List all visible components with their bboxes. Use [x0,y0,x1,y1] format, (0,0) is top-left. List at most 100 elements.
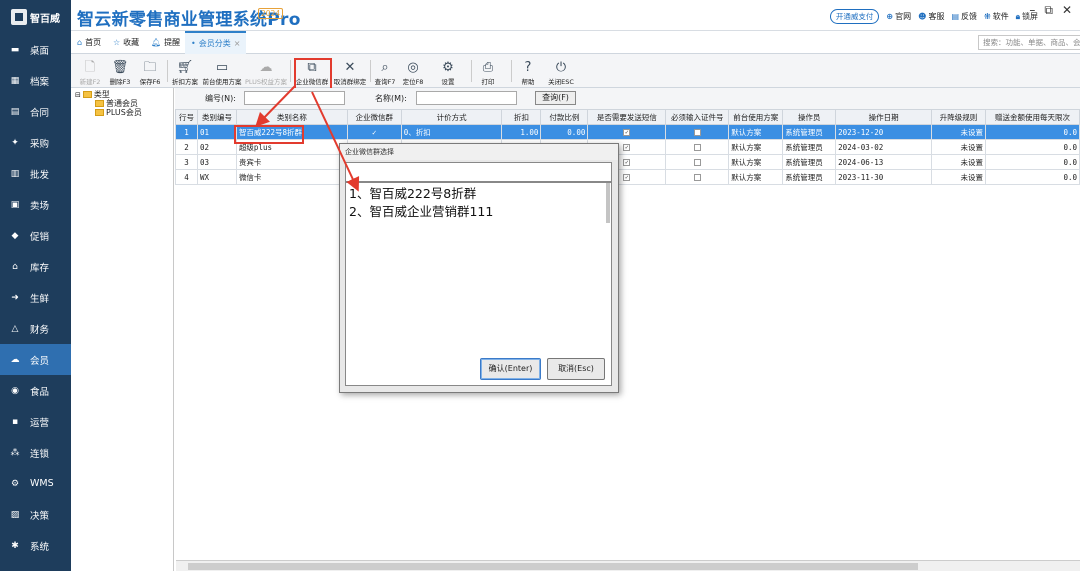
query-button[interactable]: ⌕ 查询F7 [373,56,397,86]
table-cell[interactable]: 微信卡 [235,169,348,185]
delete-button[interactable]: 🗑︎ 删除F3 [107,56,133,86]
table-cell[interactable]: WX [196,169,237,185]
table-cell[interactable]: 0、折扣 [400,124,503,140]
column-header[interactable]: 行号 [175,109,198,125]
table-cell[interactable]: 系统管理员 [782,139,837,155]
table-cell[interactable]: 系统管理员 [782,124,837,140]
sidebar-item-1[interactable]: ▦ 档案 [0,65,71,96]
column-header[interactable]: 必须输入证件号 [665,109,730,125]
restore-icon[interactable]: ⧉ [1044,3,1053,18]
sidebar-item-11[interactable]: ◉ 食品 [0,375,71,406]
sidebar-item-2[interactable]: ▤ 合同 [0,96,71,127]
column-header[interactable]: 赠送金额使用每天限次 [984,109,1080,125]
table-cell[interactable]: ✓ [346,124,402,140]
table-cell[interactable]: 1 [175,124,198,140]
query-submit-button[interactable]: 查询(F) [535,91,576,105]
table-cell[interactable]: 03 [196,154,237,170]
table-cell[interactable] [587,124,667,140]
column-header[interactable]: 操作日期 [835,109,933,125]
sidebar-item-6[interactable]: ◆ 促销 [0,220,71,251]
group-list-item[interactable]: 2、智百威企业营销群111 [349,203,608,221]
sidebar-item-14[interactable]: ⚙ WMS [0,468,71,499]
checkbox[interactable] [693,129,701,136]
table-cell[interactable]: 1.00 [501,124,542,140]
tab-remind[interactable]: 🔔︎ 提醒 [151,31,180,54]
table-cell[interactable]: 默认方案 [728,124,784,140]
column-header[interactable]: 折扣 [501,109,542,125]
site-link[interactable]: ⊕ 官网 [886,11,911,22]
sidebar-item-5[interactable]: ▣ 卖场 [0,189,71,220]
pay-link[interactable]: 开通威支付 [829,9,880,24]
confirm-button[interactable]: 确认(Enter) [480,358,541,380]
table-cell[interactable]: 4 [175,169,198,185]
discount-plan-button[interactable]: 🛒︎ 折扣方案 [170,56,200,86]
table-cell[interactable]: 2 [175,139,198,155]
table-cell[interactable] [665,139,730,155]
minimize-icon[interactable]: – [1029,3,1035,18]
column-header[interactable]: 计价方式 [400,109,503,125]
settings-button[interactable]: ⚙ 设置 [436,56,460,86]
checkbox[interactable] [623,129,631,136]
checkbox[interactable] [693,144,701,151]
cancel-button[interactable]: 取消(Esc) [547,358,605,380]
help-button[interactable]: ? 帮助 [516,56,540,86]
tab-close-icon[interactable]: × [234,39,241,48]
code-input[interactable] [244,91,345,105]
unbind-group-button[interactable]: ✕ 取消群绑定 [332,56,368,86]
table-cell[interactable]: 系统管理员 [782,169,837,185]
table-cell[interactable]: 未设置 [931,139,986,155]
table-cell[interactable]: 0.0 [984,124,1080,140]
checkbox[interactable] [623,159,631,166]
table-cell[interactable]: 02 [196,139,237,155]
software-link[interactable]: ⁜ 软件 [984,11,1009,22]
sidebar-item-8[interactable]: ➜ 生鲜 [0,282,71,313]
table-cell[interactable]: 默认方案 [728,154,784,170]
column-header[interactable]: 企业微信群 [346,109,402,125]
table-row[interactable]: 202超级plus默认方案系统管理员2024-03-02未设置0.0 [175,139,1080,155]
table-cell[interactable]: 0.0 [984,169,1080,185]
list-scrollbar[interactable] [606,183,610,223]
table-cell[interactable] [665,154,730,170]
tab-member-category[interactable]: • 会员分类 × [185,31,247,54]
table-cell[interactable]: 系统管理员 [782,154,837,170]
table-cell[interactable]: 未设置 [931,124,986,140]
sidebar-item-16[interactable]: ✱ 系统 [0,530,71,561]
checkbox[interactable] [693,159,701,166]
plus-plan-button[interactable]: ☁ PLUS权益方案 [244,56,288,86]
table-row[interactable]: 303贵宾卡 默认方案系统管理员2024-06-13未设置0.0 [175,154,1080,170]
front-plan-button[interactable]: ▭ 前台使用方案 [202,56,242,86]
sidebar-item-15[interactable]: ▨ 决策 [0,499,71,530]
table-cell[interactable]: 默认方案 [728,169,784,185]
table-cell[interactable]: 0.0 [984,139,1080,155]
locate-button[interactable]: ◎ 定位F8 [400,56,426,86]
column-header[interactable]: 付款比例 [540,109,589,125]
sidebar-item-7[interactable]: ⌂ 库存 [0,251,71,282]
table-cell[interactable]: 2023-11-30 [835,169,933,185]
table-cell[interactable] [665,169,730,185]
search-input[interactable]: 搜索：功能、单据、商品、会员 [978,35,1080,50]
print-button[interactable]: ⎙ 打印 [476,56,500,86]
checkbox[interactable] [623,144,631,151]
table-cell[interactable]: 未设置 [931,169,986,185]
service-link[interactable]: ☻ 客服 [918,11,944,22]
table-cell[interactable]: 0.00 [540,124,589,140]
column-header[interactable]: 操作员 [782,109,837,125]
tree-item-plus[interactable]: PLUS会员 [95,107,142,118]
table-cell[interactable]: 未设置 [931,154,986,170]
sidebar-item-9[interactable]: △ 财务 [0,313,71,344]
table-cell[interactable]: 01 [196,124,237,140]
close-icon[interactable]: ✕ [1062,3,1072,18]
table-cell[interactable] [665,124,730,140]
column-header[interactable]: 升降级规则 [931,109,986,125]
table-row[interactable]: 4WX微信卡 默认方案系统管理员2023-11-30未设置0.0 [175,169,1080,185]
table-cell[interactable]: 2024-03-02 [835,139,933,155]
sidebar-item-4[interactable]: ▥ 批发 [0,158,71,189]
sidebar-item-12[interactable]: ▪ 运营 [0,406,71,437]
horizontal-scrollbar[interactable] [176,560,1080,571]
column-header[interactable]: 类别名称 [235,109,348,125]
close-button[interactable]: ⏻ 关闭ESC [547,56,575,86]
sidebar-item-13[interactable]: ⁂ 连锁 [0,437,71,468]
sidebar-item-10[interactable]: ☁ 会员 [0,344,71,375]
column-header[interactable]: 是否需要发送短信 [587,109,667,125]
scrollbar-thumb[interactable] [188,563,918,570]
